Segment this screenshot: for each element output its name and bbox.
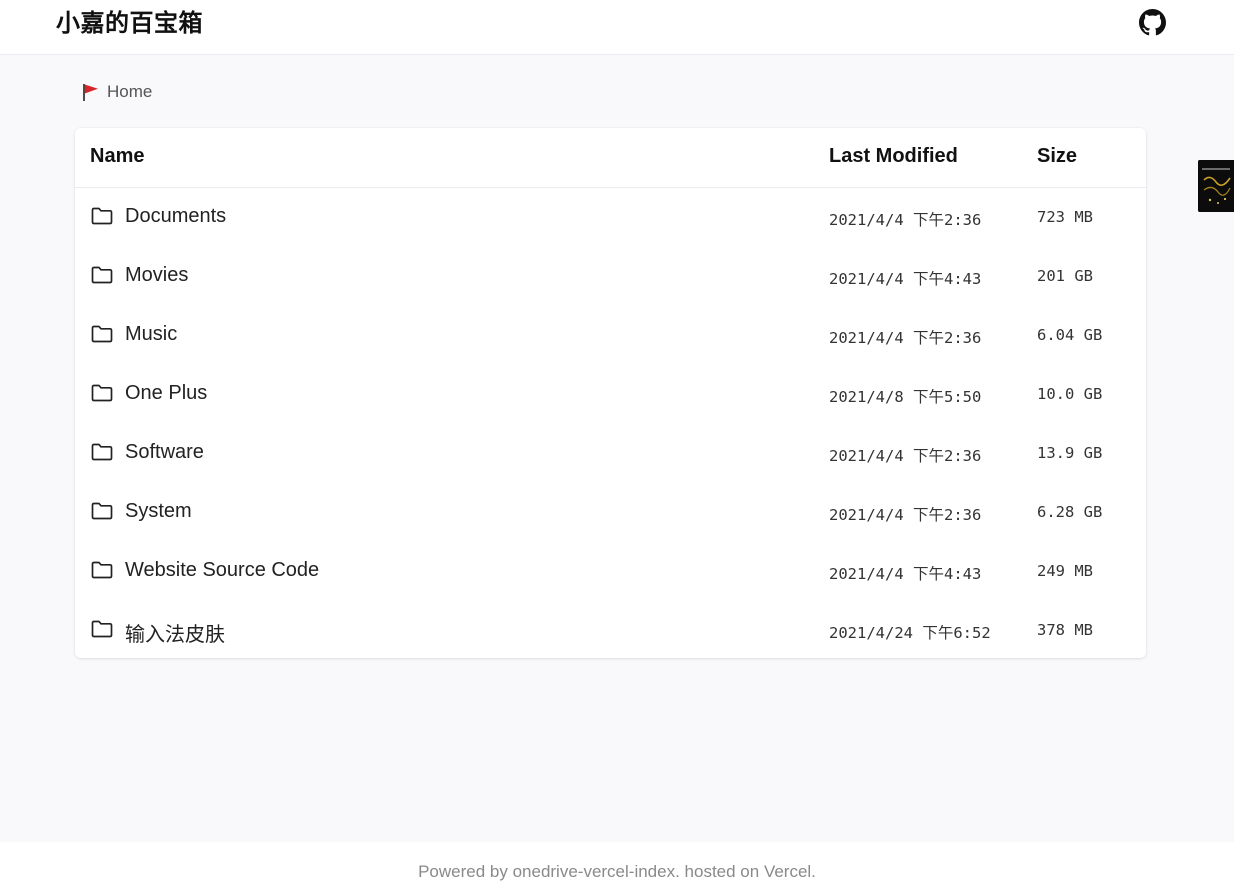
table-row[interactable]: Documents 2021/4/4 下午2:36 723 MB bbox=[75, 188, 1146, 247]
file-size: 6.28 GB bbox=[1037, 503, 1103, 521]
folder-icon bbox=[91, 561, 113, 579]
file-name[interactable]: System bbox=[125, 500, 192, 523]
file-name[interactable]: Movies bbox=[125, 264, 188, 287]
file-modified: 2021/4/4 下午2:36 bbox=[829, 211, 982, 229]
file-modified: 2021/4/4 下午2:36 bbox=[829, 506, 982, 524]
footer-text: Powered by onedrive-vercel-index. hosted… bbox=[418, 862, 816, 881]
github-icon[interactable] bbox=[1139, 9, 1166, 36]
folder-icon bbox=[91, 384, 113, 402]
red-flag-icon bbox=[81, 82, 101, 102]
table-row[interactable]: 输入法皮肤 2021/4/24 下午6:52 378 MB bbox=[75, 601, 1146, 660]
file-name[interactable]: 输入法皮肤 bbox=[125, 618, 225, 647]
column-header-name: Name bbox=[90, 145, 145, 167]
file-size: 6.04 GB bbox=[1037, 326, 1103, 344]
table-row[interactable]: One Plus 2021/4/8 下午5:50 10.0 GB bbox=[75, 365, 1146, 424]
file-name[interactable]: Software bbox=[125, 441, 204, 464]
folder-icon bbox=[91, 325, 113, 343]
column-header-last-modified: Last Modified bbox=[829, 145, 958, 167]
table-row[interactable]: Music 2021/4/4 下午2:36 6.04 GB bbox=[75, 306, 1146, 365]
file-modified: 2021/4/4 下午2:36 bbox=[829, 447, 982, 465]
file-size: 13.9 GB bbox=[1037, 444, 1103, 462]
table-row[interactable]: Website Source Code 2021/4/4 下午4:43 249 … bbox=[75, 542, 1146, 601]
file-modified: 2021/4/8 下午5:50 bbox=[829, 388, 982, 406]
file-size: 249 MB bbox=[1037, 562, 1093, 580]
file-list-table: Name Last Modified Size Documents 2021/4… bbox=[75, 128, 1146, 658]
file-name[interactable]: Music bbox=[125, 323, 177, 346]
folder-icon bbox=[91, 443, 113, 461]
table-row[interactable]: System 2021/4/4 下午2:36 6.28 GB bbox=[75, 483, 1146, 542]
breadcrumb-home[interactable]: Home bbox=[107, 82, 152, 102]
table-row[interactable]: Movies 2021/4/4 下午4:43 201 GB bbox=[75, 247, 1146, 306]
file-size: 723 MB bbox=[1037, 208, 1093, 226]
site-title[interactable]: 小嘉的百宝箱 bbox=[56, 8, 203, 40]
folder-icon bbox=[91, 207, 113, 225]
file-modified: 2021/4/4 下午4:43 bbox=[829, 565, 982, 583]
floating-widget-thumbnail[interactable] bbox=[1198, 160, 1234, 212]
file-size: 378 MB bbox=[1037, 621, 1093, 639]
file-name[interactable]: Documents bbox=[125, 205, 226, 228]
file-modified: 2021/4/24 下午6:52 bbox=[829, 624, 991, 642]
folder-icon bbox=[91, 266, 113, 284]
top-navbar: 小嘉的百宝箱 bbox=[0, 0, 1234, 55]
file-name[interactable]: One Plus bbox=[125, 382, 207, 405]
file-size: 201 GB bbox=[1037, 267, 1093, 285]
folder-icon bbox=[91, 502, 113, 520]
column-header-size: Size bbox=[1037, 145, 1078, 167]
breadcrumb[interactable]: Home bbox=[81, 80, 152, 104]
table-row[interactable]: Software 2021/4/4 下午2:36 13.9 GB bbox=[75, 424, 1146, 483]
table-header: Name Last Modified Size bbox=[75, 128, 1146, 188]
file-size: 10.0 GB bbox=[1037, 385, 1103, 403]
file-modified: 2021/4/4 下午2:36 bbox=[829, 329, 982, 347]
file-name[interactable]: Website Source Code bbox=[125, 559, 319, 582]
file-modified: 2021/4/4 下午4:43 bbox=[829, 270, 982, 288]
folder-icon bbox=[91, 620, 113, 638]
